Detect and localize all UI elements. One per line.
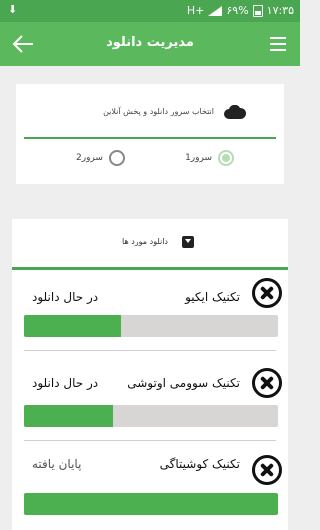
progress-fill — [24, 493, 278, 515]
signal-icon — [208, 5, 223, 16]
server-2-option[interactable]: سرور2 — [76, 150, 125, 166]
server-selection-card: انتخاب سرور دانلود و پخش آنلاین سرور1 سر… — [16, 84, 284, 184]
clock: ۱۷:۳۵ — [266, 4, 294, 17]
download-item-status: در حال دانلود — [32, 290, 99, 304]
progress-fill — [24, 405, 113, 427]
download-item-name: تکنیک کوشیتاگی — [159, 457, 240, 471]
download-box-icon — [182, 236, 194, 248]
download-item: تکنیک کوشیتاگی پایان یافته — [12, 441, 288, 525]
progress-track — [24, 315, 278, 337]
hamburger-menu-icon[interactable] — [270, 37, 286, 51]
item-divider — [24, 350, 276, 351]
remove-download-button[interactable] — [252, 455, 282, 485]
divider — [24, 137, 276, 139]
server-2-label: سرور2 — [76, 153, 103, 163]
status-bar: ⬇ H+ ۶۹% ۱۷:۳۵ — [0, 0, 300, 22]
download-item-status: در حال دانلود — [32, 376, 99, 390]
download-item-name: تکنیک ایکیو — [185, 290, 240, 304]
downloads-header-label: دانلود مورد ها — [122, 237, 168, 246]
server-2-radio[interactable] — [108, 150, 125, 166]
cancel-download-button[interactable] — [252, 368, 282, 398]
network-type: H+ — [186, 4, 205, 17]
cancel-download-button[interactable] — [252, 278, 282, 308]
download-notification-icon: ⬇ — [8, 3, 18, 16]
download-item: تکنیک ایکیو در حال دانلود — [12, 270, 288, 354]
download-item: تکنیک سوومی اوتوشی در حال دانلود — [12, 356, 288, 440]
server-1-option[interactable]: سرور1 — [185, 150, 234, 166]
progress-fill — [24, 315, 121, 337]
app-bar: مدیریت دانلود — [0, 22, 300, 66]
server-1-radio[interactable] — [218, 150, 234, 166]
download-item-status: پایان یافته — [32, 457, 82, 471]
battery-percent: ۶۹% — [226, 4, 249, 17]
cloud-icon — [224, 105, 246, 119]
server-1-label: سرور1 — [185, 153, 212, 163]
progress-track — [24, 493, 278, 515]
download-item-name: تکنیک سوومی اوتوشی — [127, 376, 240, 390]
page-title: مدیریت دانلود — [106, 35, 194, 50]
server-selection-title: انتخاب سرور دانلود و پخش آنلاین — [103, 107, 214, 116]
progress-track — [24, 405, 278, 427]
battery-icon — [252, 4, 263, 17]
downloads-card: دانلود مورد ها تکنیک ایکیو در حال دانلود… — [12, 219, 288, 530]
downloads-header: دانلود مورد ها — [12, 219, 288, 267]
